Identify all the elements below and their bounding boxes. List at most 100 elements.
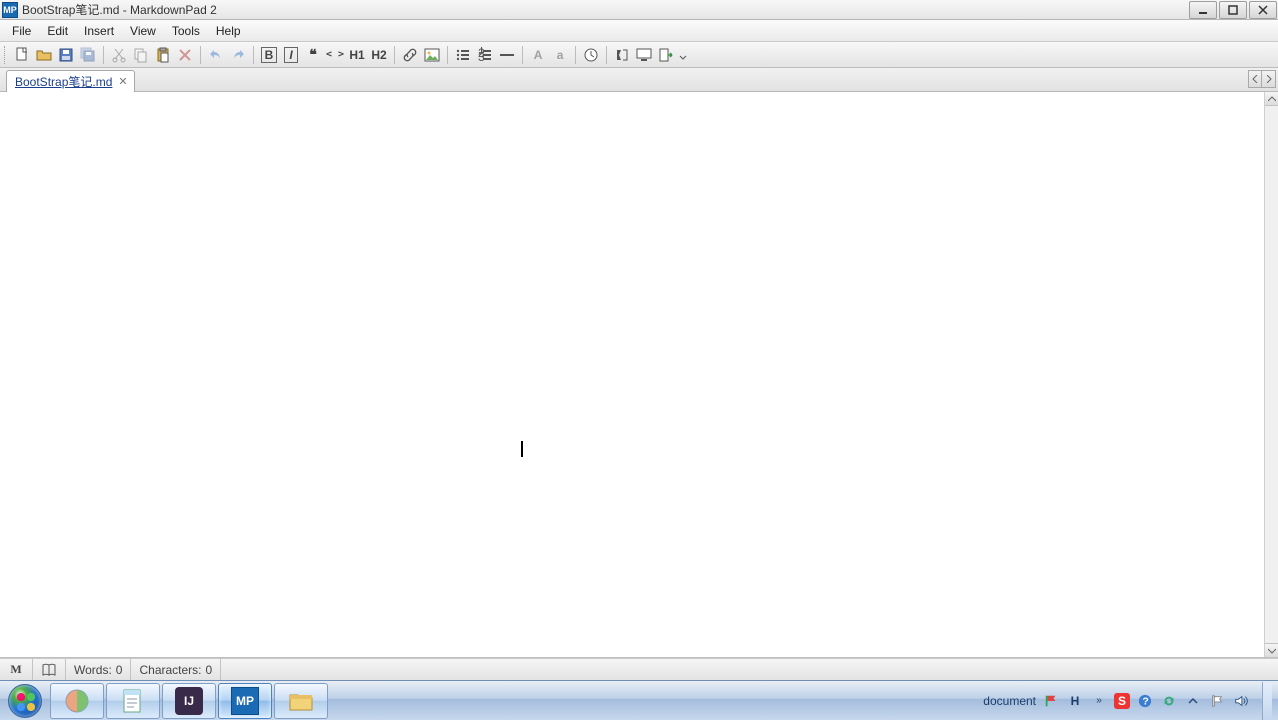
ol-icon: 123 (477, 47, 493, 63)
tray-chevrons-icon[interactable]: » (1090, 692, 1108, 710)
windows-orb-icon (8, 684, 42, 718)
undo-button[interactable] (206, 45, 226, 65)
toolbar-separator (522, 46, 523, 64)
cut-icon (111, 47, 127, 63)
app-icon: MP (2, 2, 18, 18)
lowercase-button[interactable]: a (550, 45, 570, 65)
tray-flag-icon[interactable] (1042, 692, 1060, 710)
markdownpad-icon: MP (231, 687, 259, 715)
undo-icon (208, 47, 224, 63)
menu-view[interactable]: View (122, 22, 164, 40)
h1-button[interactable]: H1 (347, 45, 367, 65)
italic-button[interactable]: I (281, 45, 301, 65)
copy-button[interactable] (131, 45, 151, 65)
show-desktop-button[interactable] (1262, 682, 1272, 720)
image-icon (424, 47, 440, 63)
taskbar-app-3[interactable]: IJ (162, 683, 216, 719)
editor-area (0, 92, 1278, 658)
menu-help[interactable]: Help (208, 22, 249, 40)
save-all-button[interactable] (78, 45, 98, 65)
code-icon: < > (326, 49, 344, 60)
export-button[interactable] (656, 45, 676, 65)
toolbar-separator (394, 46, 395, 64)
menu-tools[interactable]: Tools (164, 22, 208, 40)
tray-ime-icon[interactable]: H (1066, 692, 1084, 710)
maximize-button[interactable] (1219, 1, 1247, 19)
tray-action-center-icon[interactable] (1208, 692, 1226, 710)
toolbar-separator (606, 46, 607, 64)
svg-text:3: 3 (478, 50, 485, 63)
bold-icon: B (261, 47, 278, 63)
h2-button[interactable]: H2 (369, 45, 389, 65)
paste-button[interactable] (153, 45, 173, 65)
status-words: Words: 0 (66, 659, 131, 680)
toggle-preview-button[interactable] (612, 45, 632, 65)
bold-button[interactable]: B (259, 45, 279, 65)
tray-sogou-icon[interactable]: S (1114, 693, 1130, 709)
ol-button[interactable]: 123 (475, 45, 495, 65)
toolbar-separator (103, 46, 104, 64)
markdown-editor[interactable] (0, 92, 1264, 657)
tab-close-button[interactable]: ✕ (118, 75, 127, 88)
menu-edit[interactable]: Edit (39, 22, 76, 40)
chars-label: Characters: (139, 663, 201, 677)
menu-insert[interactable]: Insert (76, 22, 122, 40)
open-button[interactable] (34, 45, 54, 65)
vertical-scrollbar[interactable] (1264, 92, 1278, 657)
tray-sync-icon[interactable] (1160, 692, 1178, 710)
delete-button[interactable] (175, 45, 195, 65)
status-markdown-mode[interactable]: M (0, 659, 33, 680)
quote-button[interactable]: ❝ (303, 45, 323, 65)
taskbar-app-2[interactable] (106, 683, 160, 719)
open-folder-icon (36, 47, 52, 63)
tray-up-caret-icon[interactable] (1184, 692, 1202, 710)
uppercase-icon: A (534, 48, 543, 62)
tab-label: BootStrap笔记.md (15, 73, 112, 90)
start-button[interactable] (2, 683, 48, 719)
chevron-down-icon (679, 47, 687, 63)
menu-file[interactable]: File (4, 22, 39, 40)
ul-icon (455, 47, 471, 63)
ul-button[interactable] (453, 45, 473, 65)
tab-nav-prev[interactable] (1248, 70, 1262, 88)
taskbar-app-explorer[interactable] (274, 683, 328, 719)
timestamp-button[interactable] (581, 45, 601, 65)
folder-icon (287, 687, 315, 715)
tab-nav-next[interactable] (1262, 70, 1276, 88)
notepad-icon (119, 687, 147, 715)
status-bar: M Words: 0 Characters: 0 (0, 658, 1278, 680)
preview-browser-button[interactable] (634, 45, 654, 65)
link-button[interactable] (400, 45, 420, 65)
minimize-button[interactable] (1189, 1, 1217, 19)
taskbar-app-1[interactable] (50, 683, 104, 719)
image-button[interactable] (422, 45, 442, 65)
document-tab[interactable]: BootStrap笔记.md ✕ (6, 70, 135, 92)
save-icon (58, 47, 74, 63)
uppercase-button[interactable]: A (528, 45, 548, 65)
tray-help-icon[interactable]: ? (1136, 692, 1154, 710)
toolbar-grip (4, 46, 8, 64)
scroll-down-button[interactable] (1265, 643, 1278, 657)
cut-button[interactable] (109, 45, 129, 65)
code-button[interactable]: < > (325, 45, 345, 65)
redo-button[interactable] (228, 45, 248, 65)
close-button[interactable] (1249, 1, 1277, 19)
status-reading-mode[interactable] (33, 659, 66, 680)
chevron-up-icon (1268, 96, 1276, 102)
monitor-icon (636, 47, 652, 63)
tab-strip: BootStrap笔记.md ✕ (0, 68, 1278, 92)
save-button[interactable] (56, 45, 76, 65)
hr-button[interactable] (497, 45, 517, 65)
chevron-down-icon (1268, 648, 1276, 654)
link-icon (402, 47, 418, 63)
taskbar-app-markdownpad[interactable]: MP (218, 683, 272, 719)
overflow-button[interactable] (678, 45, 688, 65)
scroll-up-button[interactable] (1265, 92, 1278, 106)
quote-icon: ❝ (309, 46, 317, 63)
window-controls (1188, 0, 1278, 20)
tray-speaker-icon[interactable] (1232, 692, 1250, 710)
toolbar: B I ❝ < > H1 H2 123 A a (0, 42, 1278, 68)
status-characters: Characters: 0 (131, 659, 221, 680)
new-file-button[interactable] (12, 45, 32, 65)
title-bar: MP BootStrap笔记.md - MarkdownPad 2 (0, 0, 1278, 20)
